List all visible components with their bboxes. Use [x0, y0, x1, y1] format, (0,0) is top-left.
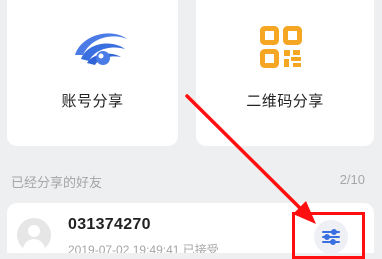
annotation-arrow	[185, 94, 316, 224]
